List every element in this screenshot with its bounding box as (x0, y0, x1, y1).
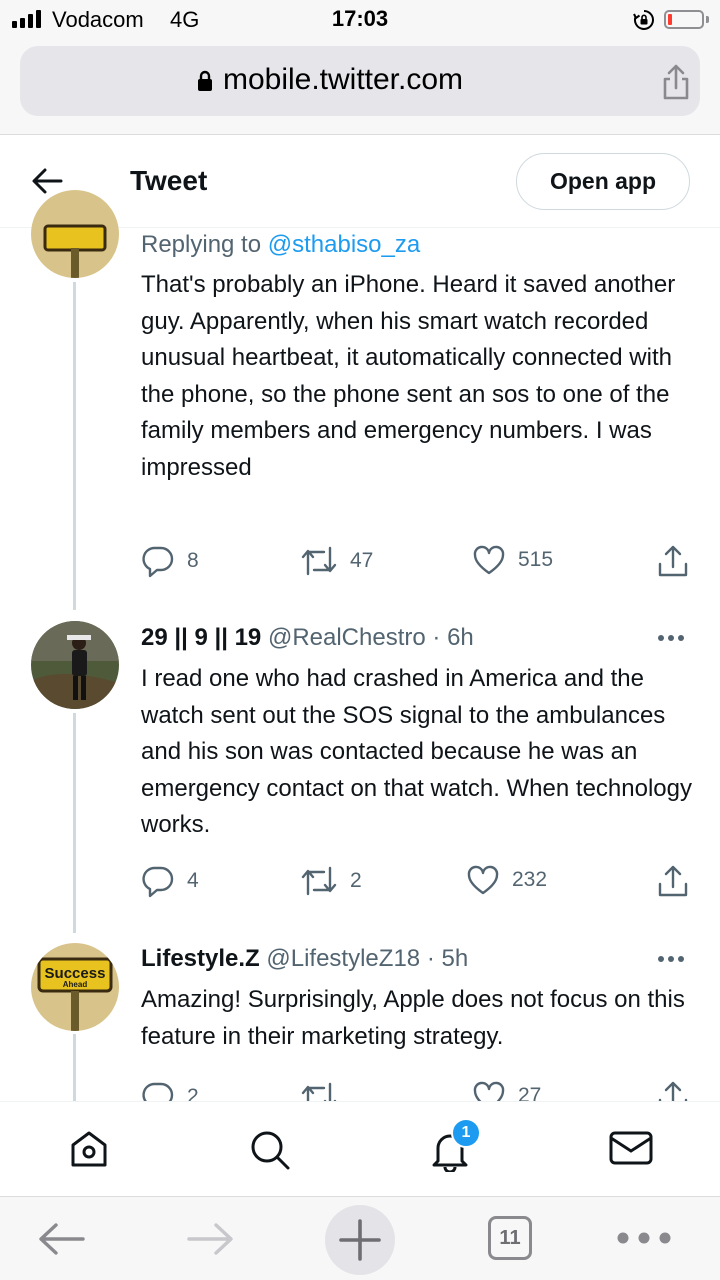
tweet-actions: 8 47 515 (0, 544, 720, 584)
author-name[interactable]: Lifestyle.Z (141, 945, 260, 972)
home-icon[interactable] (68, 1128, 110, 1170)
reply-button[interactable]: 8 (141, 544, 199, 578)
replying-to: Replying to @sthabiso_za (141, 231, 421, 258)
reply-count: 8 (187, 549, 199, 572)
page-title: Tweet (130, 165, 208, 196)
address-text[interactable]: mobile.twitter.com (20, 63, 640, 97)
status-bar: Vodacom 4G 17:03 (0, 0, 720, 40)
plus-icon (339, 1219, 381, 1261)
address-bar[interactable]: mobile.twitter.com (20, 46, 700, 116)
author-handle[interactable]: @LifestyleZ18 (266, 945, 420, 972)
retweet-count: 47 (350, 549, 374, 572)
status-time: 17:03 (331, 6, 389, 31)
share-icon[interactable] (660, 63, 692, 101)
reply-icon (142, 866, 174, 898)
retweet-count: 2 (350, 869, 362, 892)
share-icon (658, 865, 688, 897)
retweet-button[interactable]: 2 (300, 864, 362, 898)
more-options-icon[interactable] (658, 956, 688, 966)
orientation-lock-icon (633, 10, 654, 30)
more-menu-icon[interactable] (616, 1231, 672, 1245)
replying-handle-link[interactable]: @sthabiso_za (268, 231, 420, 258)
battery-icon (664, 10, 704, 29)
avatar[interactable] (31, 621, 119, 709)
open-app-button[interactable]: Open app (516, 153, 690, 210)
share-button[interactable] (656, 544, 690, 578)
tweet-actions: 4 2 232 (0, 864, 720, 904)
browser-address-area: mobile.twitter.com (0, 40, 720, 135)
tweet-time[interactable]: 6h (447, 624, 474, 651)
browser-back-icon[interactable] (36, 1221, 86, 1257)
tweet-text: That's probably an iPhone. Heard it save… (141, 271, 676, 481)
tweet-time[interactable]: 5h (441, 945, 468, 972)
bottom-navigation: 1 (0, 1101, 720, 1196)
like-button[interactable]: 232 (466, 864, 547, 896)
tweet-text: I read one who had crashed in America an… (141, 665, 692, 838)
author-name[interactable]: 29 || 9 || 19 (141, 624, 261, 651)
author-handle[interactable]: @RealChestro (268, 624, 426, 651)
browser-forward-icon[interactable] (186, 1221, 236, 1257)
tweet-author-line: 29 || 9 || 19 @RealChestro · 6h (141, 624, 474, 651)
heart-icon (467, 865, 499, 895)
retweet-icon (301, 546, 337, 576)
back-arrow-icon[interactable] (30, 166, 64, 196)
url: mobile.twitter.com (222, 63, 464, 96)
battery-tip (706, 16, 709, 23)
reply-icon (142, 546, 174, 578)
like-button[interactable]: 515 (472, 544, 553, 576)
reply-button[interactable]: 4 (141, 864, 199, 898)
mail-icon[interactable] (608, 1128, 654, 1168)
search-icon[interactable] (248, 1128, 292, 1172)
notification-badge: 1 (451, 1118, 481, 1148)
more-options-icon[interactable] (658, 635, 688, 645)
tweet-author-line: Lifestyle.Z @LifestyleZ18 · 5h (141, 945, 469, 972)
browser-toolbar: 11 (0, 1196, 720, 1280)
avatar-sign-bottom: Ahead (63, 980, 88, 989)
share-icon (658, 545, 688, 577)
heart-icon (473, 545, 505, 575)
like-count: 232 (512, 868, 548, 891)
like-count: 515 (518, 548, 554, 571)
retweet-icon (301, 866, 337, 896)
avatar[interactable] (31, 190, 119, 278)
lock-icon (197, 70, 212, 92)
avatar[interactable]: Success Ahead (31, 943, 119, 1031)
new-tab-button[interactable] (325, 1205, 395, 1275)
retweet-button[interactable]: 47 (300, 544, 373, 578)
tabs-button[interactable]: 11 (488, 1216, 532, 1260)
tweet-text: Amazing! Surprisingly, Apple does not fo… (141, 986, 685, 1050)
share-button[interactable] (656, 864, 690, 898)
reply-count: 4 (187, 869, 199, 892)
